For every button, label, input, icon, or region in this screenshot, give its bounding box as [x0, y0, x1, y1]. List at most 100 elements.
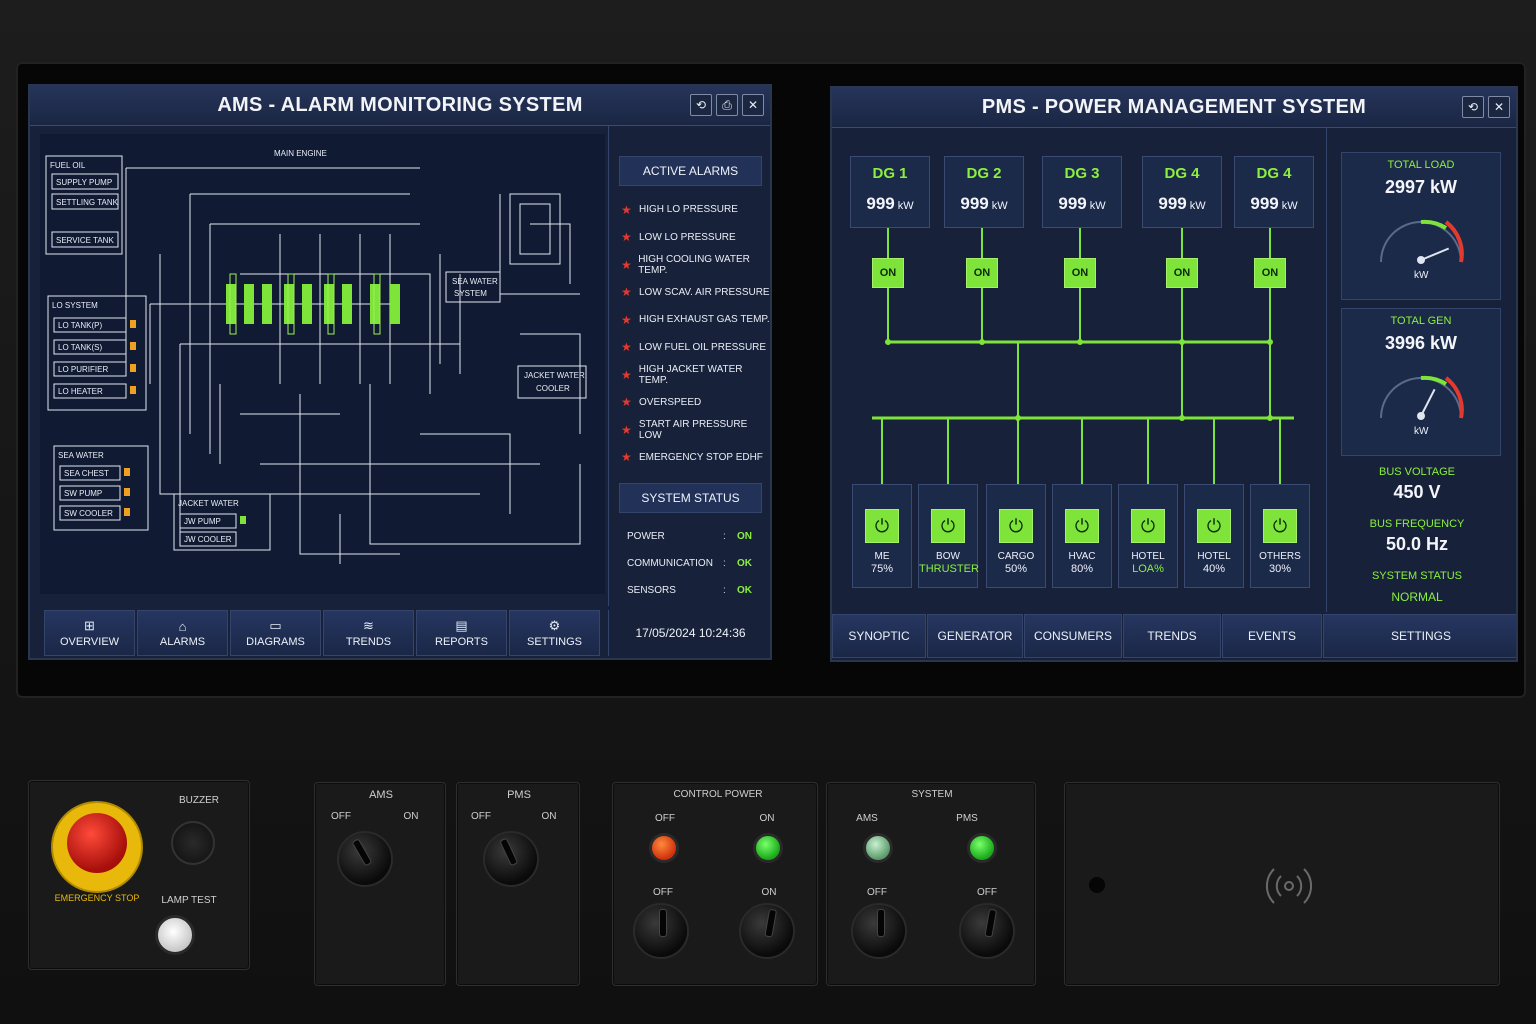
pms-system-status: SYSTEM STATUS NORMAL — [1371, 570, 1463, 604]
jw-item: JW COOLER — [184, 535, 232, 544]
pms-on-label: ON — [541, 811, 557, 822]
engine-schematic[interactable]: MAIN ENGINE FUEL OIL SUPPLY PUMP SETTLIN… — [40, 134, 605, 594]
alarm-label: HIGH COOLING WATER TEMP. — [638, 253, 750, 276]
alarm-item[interactable]: ★ LOW SCAV. AIR PRESSURE — [609, 279, 770, 307]
consumer-power-icon: ⏻ — [1197, 509, 1231, 543]
alarm-item[interactable]: ★ START AIR PRESSURE LOW — [609, 416, 770, 444]
reports-icon: ▤ — [455, 618, 468, 633]
fuel-oil-title: FUEL OIL — [50, 161, 86, 170]
consumer-hotel-1[interactable]: ⏻ HOTEL LOA% — [1118, 484, 1178, 588]
buzzer-button[interactable] — [171, 821, 215, 865]
system-off-label: OFF — [867, 887, 887, 898]
lamp-test-button[interactable] — [155, 915, 195, 955]
generator-dg5[interactable]: DG 4 999 kW — [1234, 156, 1314, 228]
total-load-gauge: kW — [1380, 219, 1464, 281]
jacket-water-block: JACKET WATER JW PUMP JW COOLER — [173, 493, 271, 551]
consumer-bow-thruster[interactable]: ⏻ BOW THRUSTER — [918, 484, 979, 588]
ams-close-button[interactable]: ✕ — [742, 94, 764, 116]
pms-switch-plate: PMS OFF ON — [456, 782, 580, 986]
main-engine-label: MAIN ENGINE — [274, 149, 327, 158]
nav-settings[interactable]: ⚙ SETTINGS — [509, 610, 600, 656]
total-load-unit: kW — [1414, 270, 1429, 280]
alarm-label: HIGH JACKET WATER TEMP. — [638, 363, 743, 386]
buzzer-label: BUZZER — [179, 795, 219, 806]
ams-on-label: ON — [403, 811, 419, 822]
generator-dg4[interactable]: DG 4 999 kW — [1142, 156, 1222, 228]
alarms-icon: ⌂ — [178, 618, 187, 634]
alarm-item[interactable]: ★ HIGH EXHAUST GAS TEMP. — [609, 306, 770, 334]
consumer-power-icon: ⏻ — [1263, 509, 1297, 543]
cp-off-knob[interactable] — [633, 903, 689, 959]
sea-water-block: SEA WATER SEA CHEST SW PUMP SW COOLER — [53, 445, 149, 531]
consumer-cargo[interactable]: ⏻ CARGO 50% — [986, 484, 1046, 588]
nav-reports[interactable]: ▤ REPORTS — [416, 610, 507, 656]
alarm-item[interactable]: ★ HIGH JACKET WATER TEMP. — [609, 361, 770, 389]
pms-refresh-button[interactable]: ⟲ — [1462, 96, 1484, 118]
alarm-item[interactable]: ★ EMERGENCY STOP EDHF — [609, 444, 770, 472]
system-ams-knob[interactable] — [851, 903, 907, 959]
ams-selector-knob[interactable] — [337, 831, 393, 887]
alarm-label: LOW FUEL OIL PRESSURE — [639, 341, 767, 353]
ams-navbar: ⊞ OVERVIEW ⌂ ALARMS ▭ DIAGRAMS ≋ TRENDS ▤ REP… — [44, 610, 602, 656]
pms-nav-synoptic[interactable]: SYNOPTIC — [832, 614, 926, 658]
generator-dg1[interactable]: DG 1 999 kW — [850, 156, 930, 228]
generator-dg3[interactable]: DG 3 999 kW — [1042, 156, 1122, 228]
bus-frequency: BUS FREQUENCY 50.0 Hz — [1369, 518, 1465, 554]
nav-alarms[interactable]: ⌂ ALARMS — [137, 610, 228, 656]
system-status-header: SYSTEM STATUS — [619, 483, 762, 513]
fuel-oil-item: SUPPLY PUMP — [56, 178, 112, 187]
jacket-water-title: JACKET WATER — [178, 499, 239, 508]
alarm-item[interactable]: ★ HIGH COOLING WATER TEMP. — [609, 251, 770, 279]
pms-title: PMS - POWER MANAGEMENT SYSTEM — [981, 96, 1367, 118]
alarm-label: START AIR PRESSURE LOW — [638, 418, 748, 441]
system-pms-knob[interactable] — [959, 903, 1015, 959]
bus-voltage: BUS VOLTAGE 450 V — [1378, 466, 1455, 502]
nav-diagrams[interactable]: ▭ DIAGRAMS — [230, 610, 321, 656]
lo-item: LO TANK(P) — [58, 321, 102, 330]
pms-nav-settings[interactable]: SETTINGS — [1323, 614, 1516, 658]
overview-icon: ⊞ — [84, 618, 95, 633]
dg1-breaker-button[interactable]: ON — [872, 258, 904, 288]
control-console: AMS - ALARM MONITORING SYSTEM ⟲ ⎙ ✕ MAIN… — [0, 0, 1536, 1024]
consumer-hvac[interactable]: ⏻ HVAC 80% — [1052, 484, 1112, 588]
diagrams-icon: ▭ — [269, 618, 282, 633]
pms-close-button[interactable]: ✕ — [1488, 96, 1510, 118]
nav-overview[interactable]: ⊞ OVERVIEW — [44, 610, 135, 656]
active-alarms-header: ACTIVE ALARMS — [619, 156, 762, 186]
jacket-water-cooler-label: COOLER — [536, 384, 570, 393]
ams-refresh-button[interactable]: ⟲ — [690, 94, 712, 116]
alarm-item[interactable]: ★ OVERSPEED — [609, 389, 770, 417]
generator-dg2[interactable]: DG 2 999 kW — [944, 156, 1024, 228]
dg5-breaker-button[interactable]: ON — [1254, 258, 1286, 288]
emergency-stop-button[interactable] — [67, 813, 127, 873]
cp-on2-label: ON — [761, 887, 777, 898]
jw-item: JW PUMP — [184, 517, 221, 526]
pms-nav-trends[interactable]: TRENDS — [1123, 614, 1221, 658]
dg4-breaker-button[interactable]: ON — [1166, 258, 1198, 288]
dg2-breaker-button[interactable]: ON — [966, 258, 998, 288]
pms-nav-consumers[interactable]: CONSUMERS — [1024, 614, 1122, 658]
consumer-me[interactable]: ⏻ ME 75% — [852, 484, 912, 588]
nav-trends[interactable]: ≋ TRENDS — [323, 610, 414, 656]
consumer-others[interactable]: ⏻ OTHERS 30% — [1250, 484, 1310, 588]
cp-off-lamp — [649, 833, 679, 863]
alarm-label: HIGH LO PRESSURE — [639, 204, 738, 216]
pms-selector-knob[interactable] — [483, 831, 539, 887]
control-power-title: CONTROL POWER — [673, 789, 763, 800]
alarm-item[interactable]: ★ LOW LO PRESSURE — [609, 224, 770, 252]
consumer-power-icon: ⏻ — [1131, 509, 1165, 543]
alarm-star-icon: ★ — [621, 367, 632, 382]
alarm-item[interactable]: ★ LOW FUEL OIL PRESSURE — [609, 334, 770, 362]
dg3-breaker-button[interactable]: ON — [1064, 258, 1096, 288]
sea-water-system-label: SEA WATER — [452, 277, 498, 286]
alarm-label: OVERSPEED — [639, 396, 702, 408]
cp-on-knob[interactable] — [739, 903, 795, 959]
ams-print-button[interactable]: ⎙ — [716, 94, 738, 116]
sw-item: SEA CHEST — [64, 469, 109, 478]
consumer-hotel-2[interactable]: ⏻ HOTEL 40% — [1184, 484, 1244, 588]
pms-nav-generator[interactable]: GENERATOR — [927, 614, 1023, 658]
card-reader-plate — [1064, 782, 1500, 986]
fuel-oil-block: FUEL OIL SUPPLY PUMP SETTLING TANK SERVI… — [45, 155, 123, 255]
pms-nav-events[interactable]: EVENTS — [1222, 614, 1322, 658]
alarm-item[interactable]: ★ HIGH LO PRESSURE — [609, 196, 770, 224]
